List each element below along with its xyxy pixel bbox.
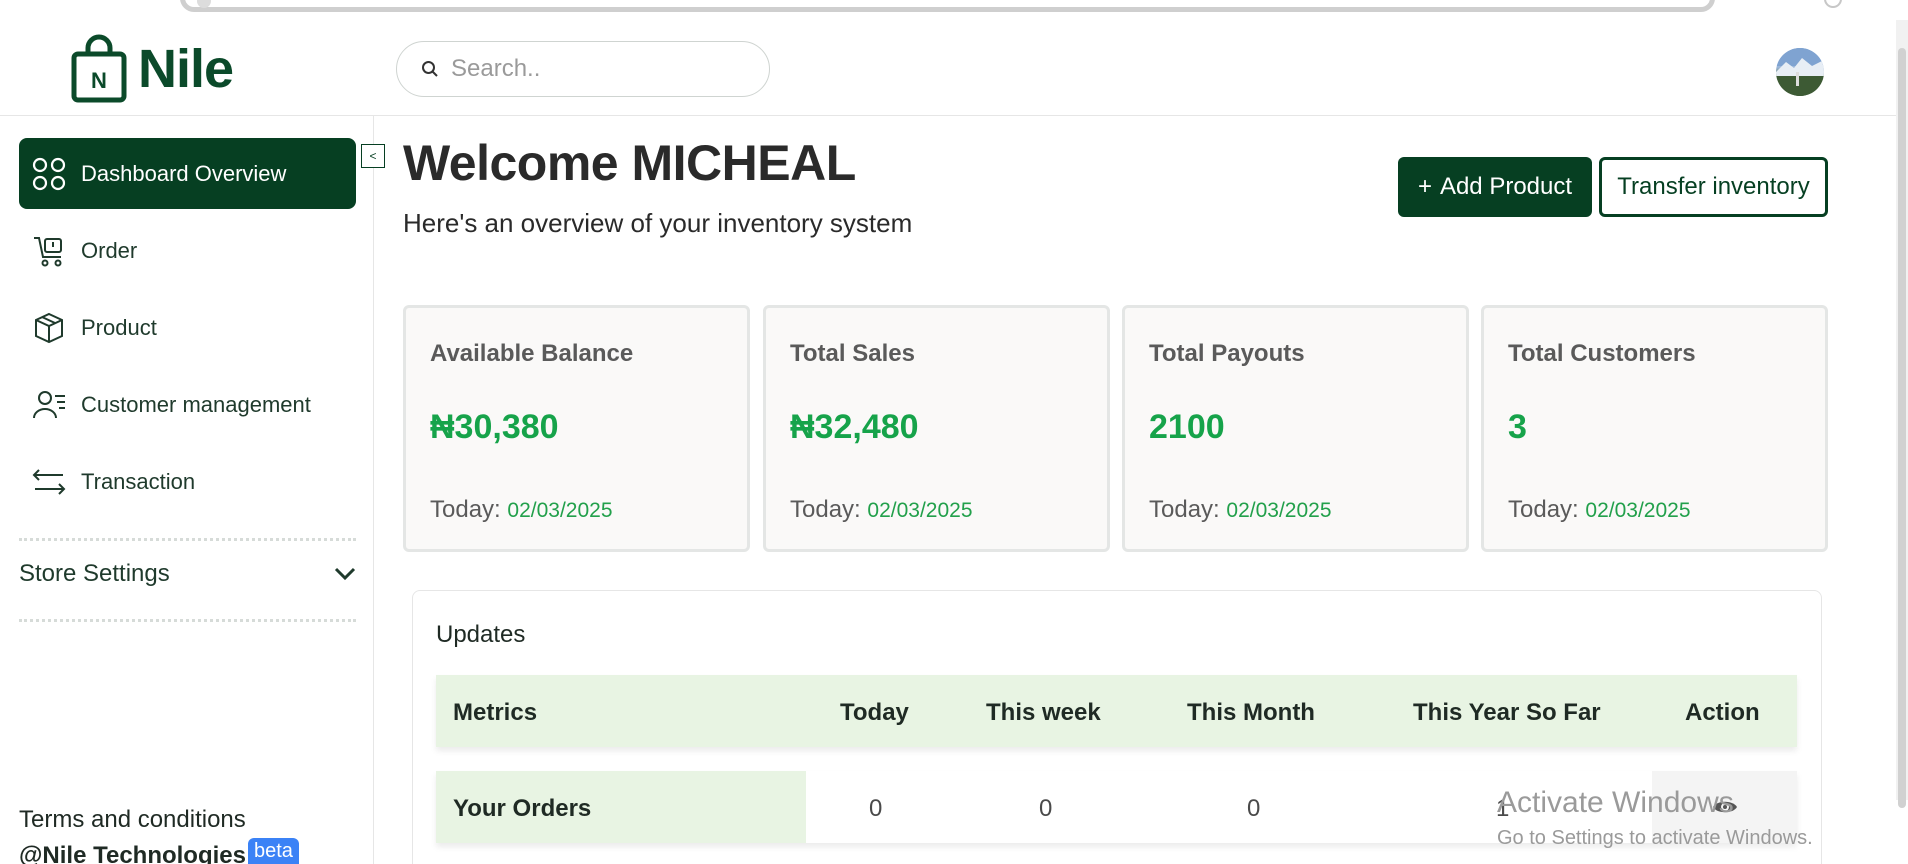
avatar[interactable] [1776,48,1824,96]
search-icon [422,61,438,77]
column-header: This week [986,699,1101,726]
card-date-value: 02/03/2025 [507,499,613,522]
brand-name: Nile [138,39,234,99]
card-title: Total Customers [1508,340,1696,367]
copyright-label: @Nile Technologies [19,842,246,864]
store-settings-label: Store Settings [19,560,170,587]
card-date-prefix: Today: [430,496,501,523]
app-page: N Nile < [0,0,1908,864]
card-date: Today: 02/03/2025 [430,496,613,524]
row-metric: Your Orders [436,771,806,843]
shopping-bag-icon: N [71,34,127,103]
cell-today: 0 [869,795,883,822]
search-input[interactable] [451,55,741,83]
page-subtitle: Here's an overview of your inventory sys… [403,208,913,238]
search-box[interactable] [396,41,770,97]
updates-title: Updates [436,621,526,648]
store-settings-toggle[interactable]: Store Settings [19,560,356,588]
card-date-prefix: Today: [790,496,861,523]
copyright-text: @Nile Technologies beta [19,838,299,864]
sidebar-item-transaction[interactable]: Transaction [19,446,356,517]
card-date-prefix: Today: [1508,496,1579,523]
browser-menu-icon[interactable] [1824,0,1842,8]
card-date-prefix: Today: [1149,496,1220,523]
card-title: Total Sales [790,340,915,367]
sidebar-item-dashboard-overview[interactable]: Dashboard Overview [19,138,356,209]
sidebar-item-order[interactable]: Order [19,215,356,286]
sidebar: < Dashboard Overview Order Product Custo… [0,116,385,864]
card-date-value: 02/03/2025 [867,499,973,522]
updates-panel: Updates Metrics Today This week This Mon… [412,590,1822,864]
scrollbar-thumb[interactable] [1898,48,1906,808]
card-value: ₦32,480 [790,408,919,446]
sidebar-item-label: Order [81,237,138,263]
stat-card-available-balance: Available Balance ₦30,380 Today: 02/03/2… [403,305,750,552]
transfer-inventory-button[interactable]: Transfer inventory [1599,157,1828,217]
column-header: This Month [1187,699,1315,726]
grid-icon [32,157,66,190]
cart-icon [34,236,62,266]
sidebar-item-label: Product [81,314,157,340]
terms-link[interactable]: Terms and conditions [19,806,246,834]
card-value: ₦30,380 [430,408,559,446]
card-title: Total Payouts [1149,340,1305,367]
sidebar-item-customer-management[interactable]: Customer management [19,369,356,440]
column-header: This Year So Far [1413,699,1601,726]
card-date: Today: 02/03/2025 [1508,496,1691,524]
top-header: N Nile [0,20,1896,116]
browser-strip [0,0,1908,20]
sidebar-item-product[interactable]: Product [19,292,356,363]
column-header: Action [1685,699,1760,726]
sidebar-divider [19,619,356,622]
add-product-label: Add Product [1439,173,1573,200]
box-icon [35,312,63,343]
card-date-value: 02/03/2025 [1585,499,1691,522]
card-title: Available Balance [430,340,634,367]
card-value: 3 [1508,408,1527,446]
column-header: Today [840,699,909,726]
sidebar-item-label: Dashboard Overview [81,160,287,186]
card-value: 2100 [1149,408,1225,446]
brand-logo[interactable]: N Nile [70,34,234,104]
page-title: Welcome MICHEAL [403,135,856,191]
users-icon [33,390,65,418]
avatar-image [1776,48,1824,96]
logo-letter: N [91,68,107,93]
stat-card-total-customers: Total Customers 3 Today: 02/03/2025 [1481,305,1828,552]
chevron-down-icon [334,567,356,581]
activate-windows-title: Activate Windows [1497,786,1734,819]
browser-address-bar[interactable] [180,0,1715,12]
sidebar-item-label: Customer management [81,391,311,417]
card-date: Today: 02/03/2025 [1149,496,1332,524]
card-date-value: 02/03/2025 [1226,499,1332,522]
table-header: Metrics Today This week This Month This … [436,675,1797,747]
plus-icon: + [1417,173,1432,200]
stat-card-total-payouts: Total Payouts 2100 Today: 02/03/2025 [1122,305,1469,552]
sidebar-collapse-button[interactable]: < [361,144,385,168]
collapse-chevron-icon: < [369,149,377,163]
stat-card-total-sales: Total Sales ₦32,480 Today: 02/03/2025 [763,305,1110,552]
beta-badge: beta [248,838,299,864]
activate-windows-subtitle: Go to Settings to activate Windows. [1497,827,1813,849]
sidebar-item-label: Transaction [81,468,196,494]
card-date: Today: 02/03/2025 [790,496,973,524]
scrollbar[interactable] [1896,20,1908,808]
cell-week: 0 [1039,795,1053,822]
add-product-button[interactable]: + Add Product [1398,157,1592,217]
column-header: Metrics [453,699,538,726]
cell-month: 0 [1247,795,1261,822]
transfer-arrows-icon [32,468,66,495]
sidebar-divider [19,538,356,541]
